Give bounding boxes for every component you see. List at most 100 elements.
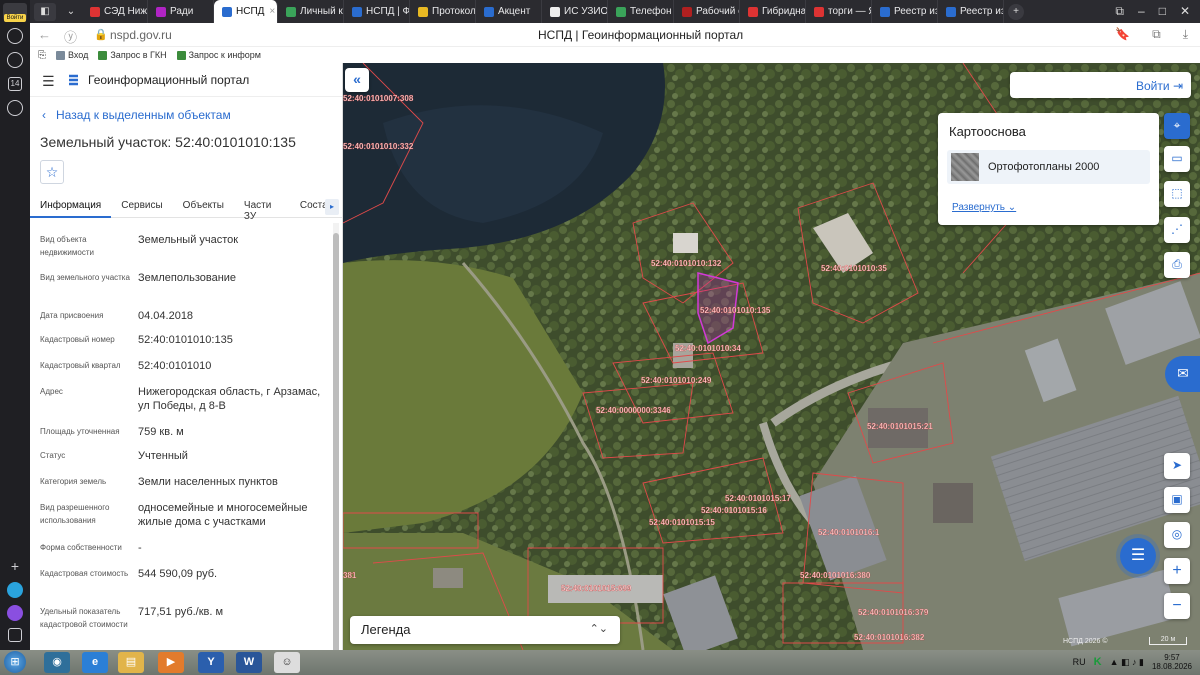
back-icon[interactable]: ← [38,27,51,42]
chevron-down-icon[interactable]: ⌄ [60,3,82,21]
parcel-label[interactable]: 52:40:0101015:16 [701,506,768,515]
panel-tab[interactable]: Объекты [173,196,234,218]
tab-item[interactable]: Ради [148,0,214,23]
menu-icon[interactable]: ☰ [42,73,55,90]
info-value[interactable]: Нижегородская область, г Арзамас, ул Поб… [138,385,330,425]
folder-icon[interactable]: ▤ [118,652,144,673]
parcel-label[interactable]: 52:40:0101010:249 [641,376,712,385]
new-tab-button[interactable]: + [1008,3,1024,20]
zoom-in-button[interactable]: + [1164,558,1190,584]
tab-menu-icon[interactable]: ◧ [34,2,56,21]
expand-link[interactable]: Развернуть ⌄ [952,202,1016,213]
print-icon[interactable]: ⎙ [1164,252,1190,278]
parcel-label[interactable]: 52:40:0000000:3346 [596,406,672,415]
tab-item[interactable]: НСПД | Ф [344,0,410,23]
layers-tool-icon[interactable]: ⌖ [1164,113,1190,139]
tabs-scroll-right-icon[interactable]: ▸ [325,199,339,215]
login-button[interactable]: Войти ⇥ [1010,72,1191,98]
info-value[interactable]: 52:40:0101010:135 [138,333,330,359]
tab-item[interactable]: Гибридна [740,0,806,23]
tab-item[interactable]: Протокол [410,0,476,23]
map-view[interactable]: 52:40:0101010:132 52:40:0101010:35 52:40:0… [343,63,1200,650]
tab-item[interactable]: Личный к [278,0,344,23]
info-value[interactable]: Учтенный [138,449,330,475]
legend-select[interactable]: Легенда ⌃⌄ [350,616,620,644]
info-value[interactable]: 04.04.2018 [138,309,330,333]
panel-tab[interactable]: Сервисы [111,196,172,218]
collapse-panel-button[interactable]: « [345,68,369,92]
tab-item[interactable]: Акцент [476,0,542,23]
profile-icon[interactable]: Войти [3,3,27,22]
parcel-label[interactable]: 52:40:0101015:17 [725,494,792,503]
locate-icon[interactable]: ➤ [1164,453,1190,479]
zoom-out-button[interactable]: − [1164,593,1190,619]
panel-tab[interactable]: Информация [30,196,112,218]
tray-icons[interactable]: ▲ ◧ ♪ ▮ [1110,657,1144,668]
kaspersky-icon[interactable]: K [1094,656,1102,668]
scrollbar-thumb[interactable] [333,233,339,650]
minimize-icon[interactable]: – [1138,4,1145,19]
clock[interactable]: 9:57 18.08.2026 [1152,653,1192,671]
telegram-icon[interactable] [7,582,23,598]
parcel-label[interactable]: 52:40:0101010:34 [675,344,742,353]
tab-item[interactable]: НСПД × [214,0,278,23]
yandex-browser-icon[interactable]: Y [198,652,224,673]
bookmarks-icon[interactable]: ⧉ [1115,4,1124,19]
info-value[interactable]: 717,51 руб./кв. м [138,605,330,645]
parcel-label[interactable]: 52:40:0101016:1 [818,528,880,537]
tab-item[interactable]: торги — Я [806,0,872,23]
ruler-tool-icon[interactable]: ▭ [1164,146,1190,172]
parcel-label[interactable]: 52:40:0101010:35 [821,264,888,273]
info-value[interactable]: Земельный участок [138,233,330,271]
tab-item[interactable]: СЭД Ниж [82,0,148,23]
url-field[interactable]: nspd.gov.ru [110,28,172,42]
panel-scrollbar[interactable] [333,223,339,650]
media-player-icon[interactable]: ▶ [158,652,184,673]
info-value[interactable]: Земли населенных пунктов [138,475,330,501]
close-icon[interactable]: ✕ [1180,4,1190,19]
panel-tab[interactable]: Части ЗУ [234,196,290,222]
settings-icon[interactable] [7,100,23,116]
app-icon[interactable]: ◉ [44,652,70,673]
select-area-icon[interactable]: ⬚ [1164,181,1190,207]
lock-icon[interactable]: 🔒 [94,28,108,41]
info-value[interactable]: односемейные и многосемейные жилые дома … [138,501,330,541]
maximize-icon[interactable]: □ [1159,4,1166,19]
app-icon[interactable]: ☺ [274,652,300,673]
chat-button[interactable]: ☰ [1120,538,1156,574]
add-icon[interactable]: + [8,559,22,575]
calendar-icon[interactable]: 14 [8,77,22,91]
tab-close-icon[interactable]: × [269,6,275,17]
info-value[interactable]: 759 кв. м [138,425,330,449]
parcel-label[interactable]: 52:40:0101015:15 [649,518,716,527]
bookmark-item[interactable]: Запрос к информ [176,50,261,60]
parcel-label[interactable]: 52:40:0101016:382 [854,633,925,642]
help-tab-icon[interactable]: ✉ [1165,356,1200,392]
play-icon[interactable] [7,52,23,68]
sidebar-toggle-icon[interactable] [8,628,22,642]
start-button[interactable]: ⊞ [4,651,26,673]
parcel-label[interactable]: 52:40:0101010:135 [700,306,771,315]
tab-item[interactable]: Телефон [608,0,674,23]
parcel-label[interactable]: 381 [343,571,357,580]
protect-icon[interactable]: ⓨ [64,27,77,46]
parcel-label[interactable]: 52:40:0101007:308 [343,94,414,103]
basemap-item[interactable]: Ортофотопланы 2000 [947,150,1150,184]
favorite-star-icon[interactable]: ☆ [40,160,64,184]
parcel-label[interactable]: 52:40:0101010:132 [651,259,722,268]
back-to-selection-link[interactable]: ‹ Назад к выделенным объектам [42,108,231,122]
parcel-label[interactable]: 52:40:0101016:379 [858,608,929,617]
bookmark-item[interactable]: Вход [56,50,88,60]
info-value[interactable]: Землепользование [138,271,330,309]
tab-item[interactable]: Реестр из [872,0,938,23]
bookmark-item[interactable]: Запрос в ГКН [98,50,167,60]
tab-item[interactable]: ИС УЗИО [542,0,608,23]
alice-icon[interactable] [7,605,23,621]
pin-icon[interactable]: ◎ [1164,522,1190,548]
share-icon[interactable]: ⋰ [1164,217,1190,243]
ie-icon[interactable]: e [82,652,108,673]
info-value[interactable]: - [138,541,330,567]
parcel-label[interactable]: 52:40:0101015:699 [561,584,632,593]
parcel-label[interactable]: 52:40:0101015:21 [867,422,934,431]
history-icon[interactable] [7,28,23,44]
